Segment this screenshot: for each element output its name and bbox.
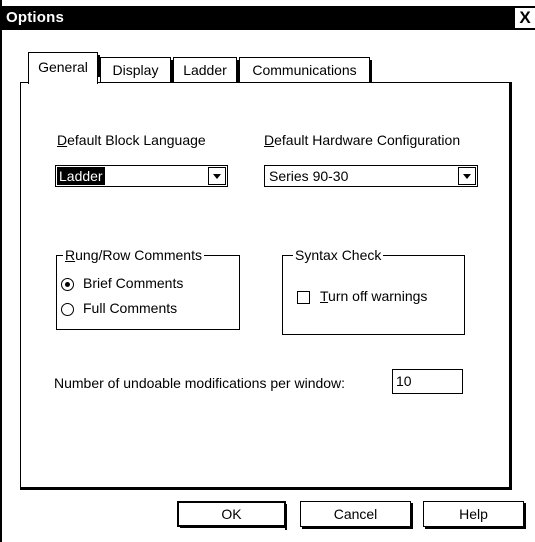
tab-ladder[interactable]: Ladder <box>173 57 239 82</box>
tab-general[interactable]: General <box>28 52 100 86</box>
close-icon[interactable]: X <box>515 8 535 28</box>
panel-shadow <box>510 82 512 490</box>
title-bar[interactable]: Options X <box>2 6 535 30</box>
dialog-title: Options <box>6 9 65 26</box>
panel-shadow <box>20 488 512 490</box>
general-tab-panel <box>20 82 510 488</box>
window-border <box>0 0 2 542</box>
tab-communications[interactable]: Communications <box>239 57 372 82</box>
help-button[interactable]: Help <box>423 501 526 529</box>
options-dialog: Options X General Display Ladder Communi… <box>0 0 535 542</box>
tab-display[interactable]: Display <box>100 57 173 82</box>
cancel-button[interactable]: Cancel <box>300 501 413 529</box>
ok-button[interactable]: OK <box>177 501 287 530</box>
